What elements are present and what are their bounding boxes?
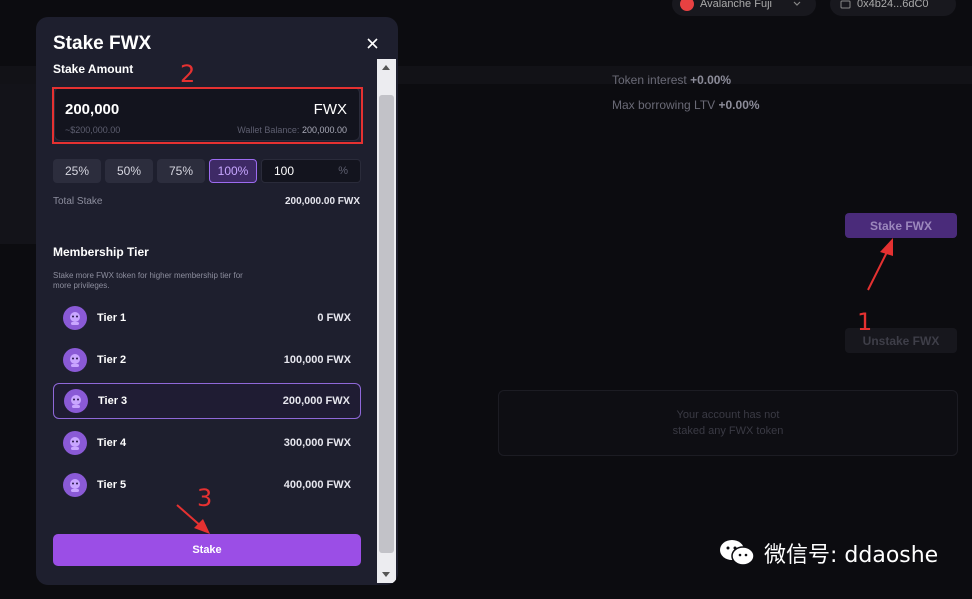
wechat-icon	[720, 540, 755, 566]
annotation-arrow-1	[867, 238, 893, 291]
annotation-arrow-3	[176, 504, 210, 534]
annotation-arrows	[176, 238, 893, 534]
watermark-text: 微信号: ddaoshe	[764, 543, 939, 568]
watermark: 微信号: ddaoshe	[718, 537, 938, 569]
